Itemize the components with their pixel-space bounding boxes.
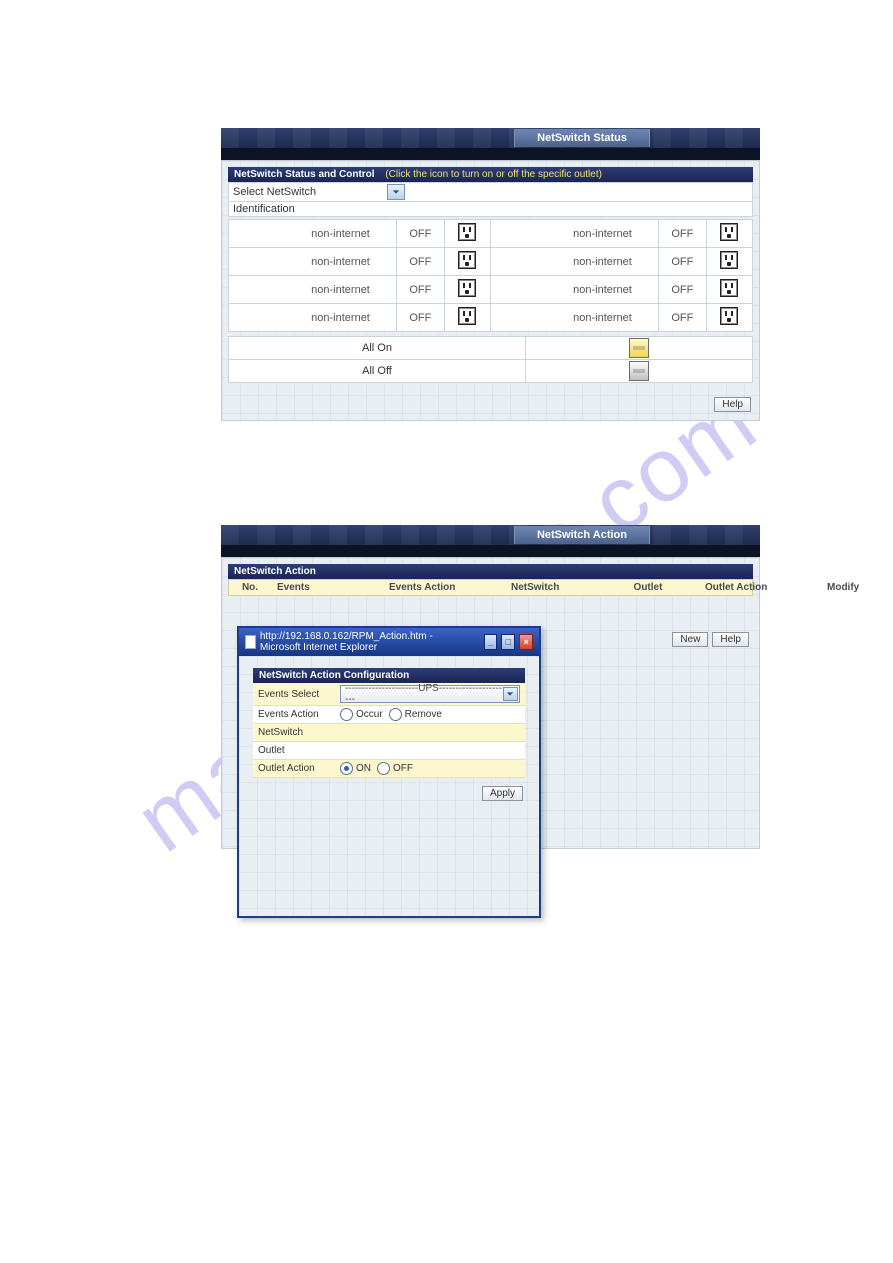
- apply-button[interactable]: Apply: [482, 786, 523, 801]
- table-row: non-internet OFF non-internet OFF: [229, 248, 753, 276]
- outlet-state: OFF: [397, 220, 445, 248]
- popup-title-text: http://192.168.0.162/RPM_Action.htm - Mi…: [260, 631, 476, 653]
- radio-occur[interactable]: Occur: [340, 708, 383, 721]
- outlet-state: OFF: [659, 248, 707, 276]
- outlet-name: non-internet: [490, 220, 658, 248]
- table-row: non-internet OFF non-internet OFF: [229, 304, 753, 332]
- netswitch-action-panel: NetSwitch Action NetSwitch Action No. Ev…: [221, 525, 760, 849]
- action-title: NetSwitch Action: [514, 526, 650, 544]
- select-netswitch-label: Select NetSwitch: [233, 186, 383, 198]
- col-events: Events: [271, 580, 383, 595]
- radio-on-label: ON: [356, 763, 371, 774]
- outlet-icon[interactable]: [458, 223, 476, 241]
- radio-off[interactable]: OFF: [377, 762, 413, 775]
- close-icon[interactable]: ×: [519, 634, 533, 650]
- col-outlet: Outlet: [597, 580, 699, 595]
- status-panel-body: NetSwitch Status and Control (Click the …: [221, 160, 760, 421]
- outlet-name: non-internet: [490, 276, 658, 304]
- radio-remove-label: Remove: [405, 709, 442, 720]
- outlet-state: OFF: [397, 276, 445, 304]
- radio-on[interactable]: ON: [340, 762, 371, 775]
- col-modify: Modify: [821, 580, 865, 595]
- outlet-state: OFF: [397, 248, 445, 276]
- outlet-name: non-internet: [490, 248, 658, 276]
- config-header: NetSwitch Action Configuration: [253, 668, 525, 683]
- netswitch-label: NetSwitch: [253, 724, 335, 741]
- outlet-table: non-internet OFF non-internet OFF non-in…: [228, 219, 753, 332]
- events-select-label: Events Select: [253, 686, 335, 703]
- outlet-action-row: Outlet Action ON OFF: [253, 760, 525, 778]
- outlet-name: non-internet: [229, 304, 397, 332]
- popup-titlebar[interactable]: http://192.168.0.162/RPM_Action.htm - Mi…: [239, 628, 539, 656]
- popup-body: NetSwitch Action Configuration Events Se…: [239, 656, 539, 916]
- chevron-down-icon: [392, 188, 400, 196]
- help-button[interactable]: Help: [714, 397, 751, 412]
- outlet-icon[interactable]: [720, 223, 738, 241]
- maximize-icon[interactable]: □: [501, 634, 515, 650]
- status-section-hint: (Click the icon to turn on or off the sp…: [385, 169, 602, 180]
- netswitch-status-panel: NetSwitch Status NetSwitch Status and Co…: [221, 128, 760, 421]
- outlet-state: OFF: [659, 220, 707, 248]
- events-select-row: Events Select ----------------------UPS-…: [253, 683, 525, 706]
- outlet-icon[interactable]: [720, 307, 738, 325]
- status-title-bar: NetSwitch Status: [221, 128, 760, 148]
- netswitch-row: NetSwitch: [253, 724, 525, 742]
- status-title: NetSwitch Status: [514, 129, 650, 147]
- outlet-state: OFF: [659, 276, 707, 304]
- all-on-button[interactable]: [629, 338, 649, 358]
- status-section-title: NetSwitch Status and Control: [234, 169, 375, 180]
- outlet-icon[interactable]: [720, 279, 738, 297]
- action-title-bar: NetSwitch Action: [221, 525, 760, 545]
- table-row: non-internet OFF non-internet OFF: [229, 276, 753, 304]
- outlet-name: non-internet: [229, 276, 397, 304]
- all-off-button[interactable]: [629, 361, 649, 381]
- events-action-label: Events Action: [253, 706, 335, 723]
- events-select-dropdown[interactable]: ----------------------UPS---------------…: [340, 685, 520, 703]
- minimize-icon[interactable]: _: [484, 634, 498, 650]
- outlet-row: Outlet: [253, 742, 525, 760]
- col-no: No.: [229, 580, 271, 595]
- outlet-state: OFF: [397, 304, 445, 332]
- chevron-down-icon: [506, 690, 514, 698]
- outlet-name: non-internet: [229, 220, 397, 248]
- col-outlet-action: Outlet Action: [699, 580, 821, 595]
- all-off-row: All Off: [228, 359, 753, 383]
- outlet-name: non-internet: [490, 304, 658, 332]
- all-on-row: All On: [228, 336, 753, 360]
- outlet-label: Outlet: [253, 742, 335, 759]
- outlet-icon[interactable]: [458, 279, 476, 297]
- table-row: non-internet OFF non-internet OFF: [229, 220, 753, 248]
- status-black-strip: [221, 148, 760, 160]
- outlet-name: non-internet: [229, 248, 397, 276]
- outlet-icon[interactable]: [458, 251, 476, 269]
- status-section-header: NetSwitch Status and Control (Click the …: [228, 167, 753, 182]
- events-action-row: Events Action Occur Remove: [253, 706, 525, 724]
- action-panel-body: NetSwitch Action No. Events Events Actio…: [221, 557, 760, 849]
- all-on-label: All On: [229, 337, 526, 359]
- action-config-popup: http://192.168.0.162/RPM_Action.htm - Mi…: [237, 626, 541, 918]
- action-black-strip: [221, 545, 760, 557]
- select-netswitch-dropdown[interactable]: [387, 184, 405, 200]
- action-section-header: NetSwitch Action: [228, 564, 753, 579]
- identification-row: Identification: [228, 201, 753, 217]
- radio-remove[interactable]: Remove: [389, 708, 442, 721]
- action-columns: No. Events Events Action NetSwitch Outle…: [228, 579, 753, 596]
- new-button[interactable]: New: [672, 632, 708, 647]
- outlet-icon[interactable]: [458, 307, 476, 325]
- outlet-state: OFF: [659, 304, 707, 332]
- all-off-label: All Off: [229, 360, 526, 382]
- col-netswitch: NetSwitch: [505, 580, 597, 595]
- col-events-action: Events Action: [383, 580, 505, 595]
- outlet-icon[interactable]: [720, 251, 738, 269]
- radio-off-label: OFF: [393, 763, 413, 774]
- outlet-action-label: Outlet Action: [253, 760, 335, 777]
- radio-occur-label: Occur: [356, 709, 383, 720]
- document-icon: [245, 635, 256, 649]
- select-netswitch-row: Select NetSwitch: [228, 182, 753, 202]
- help-button[interactable]: Help: [712, 632, 749, 647]
- identification-label: Identification: [233, 203, 295, 215]
- events-select-value: ----------------------UPS---------------…: [345, 683, 503, 705]
